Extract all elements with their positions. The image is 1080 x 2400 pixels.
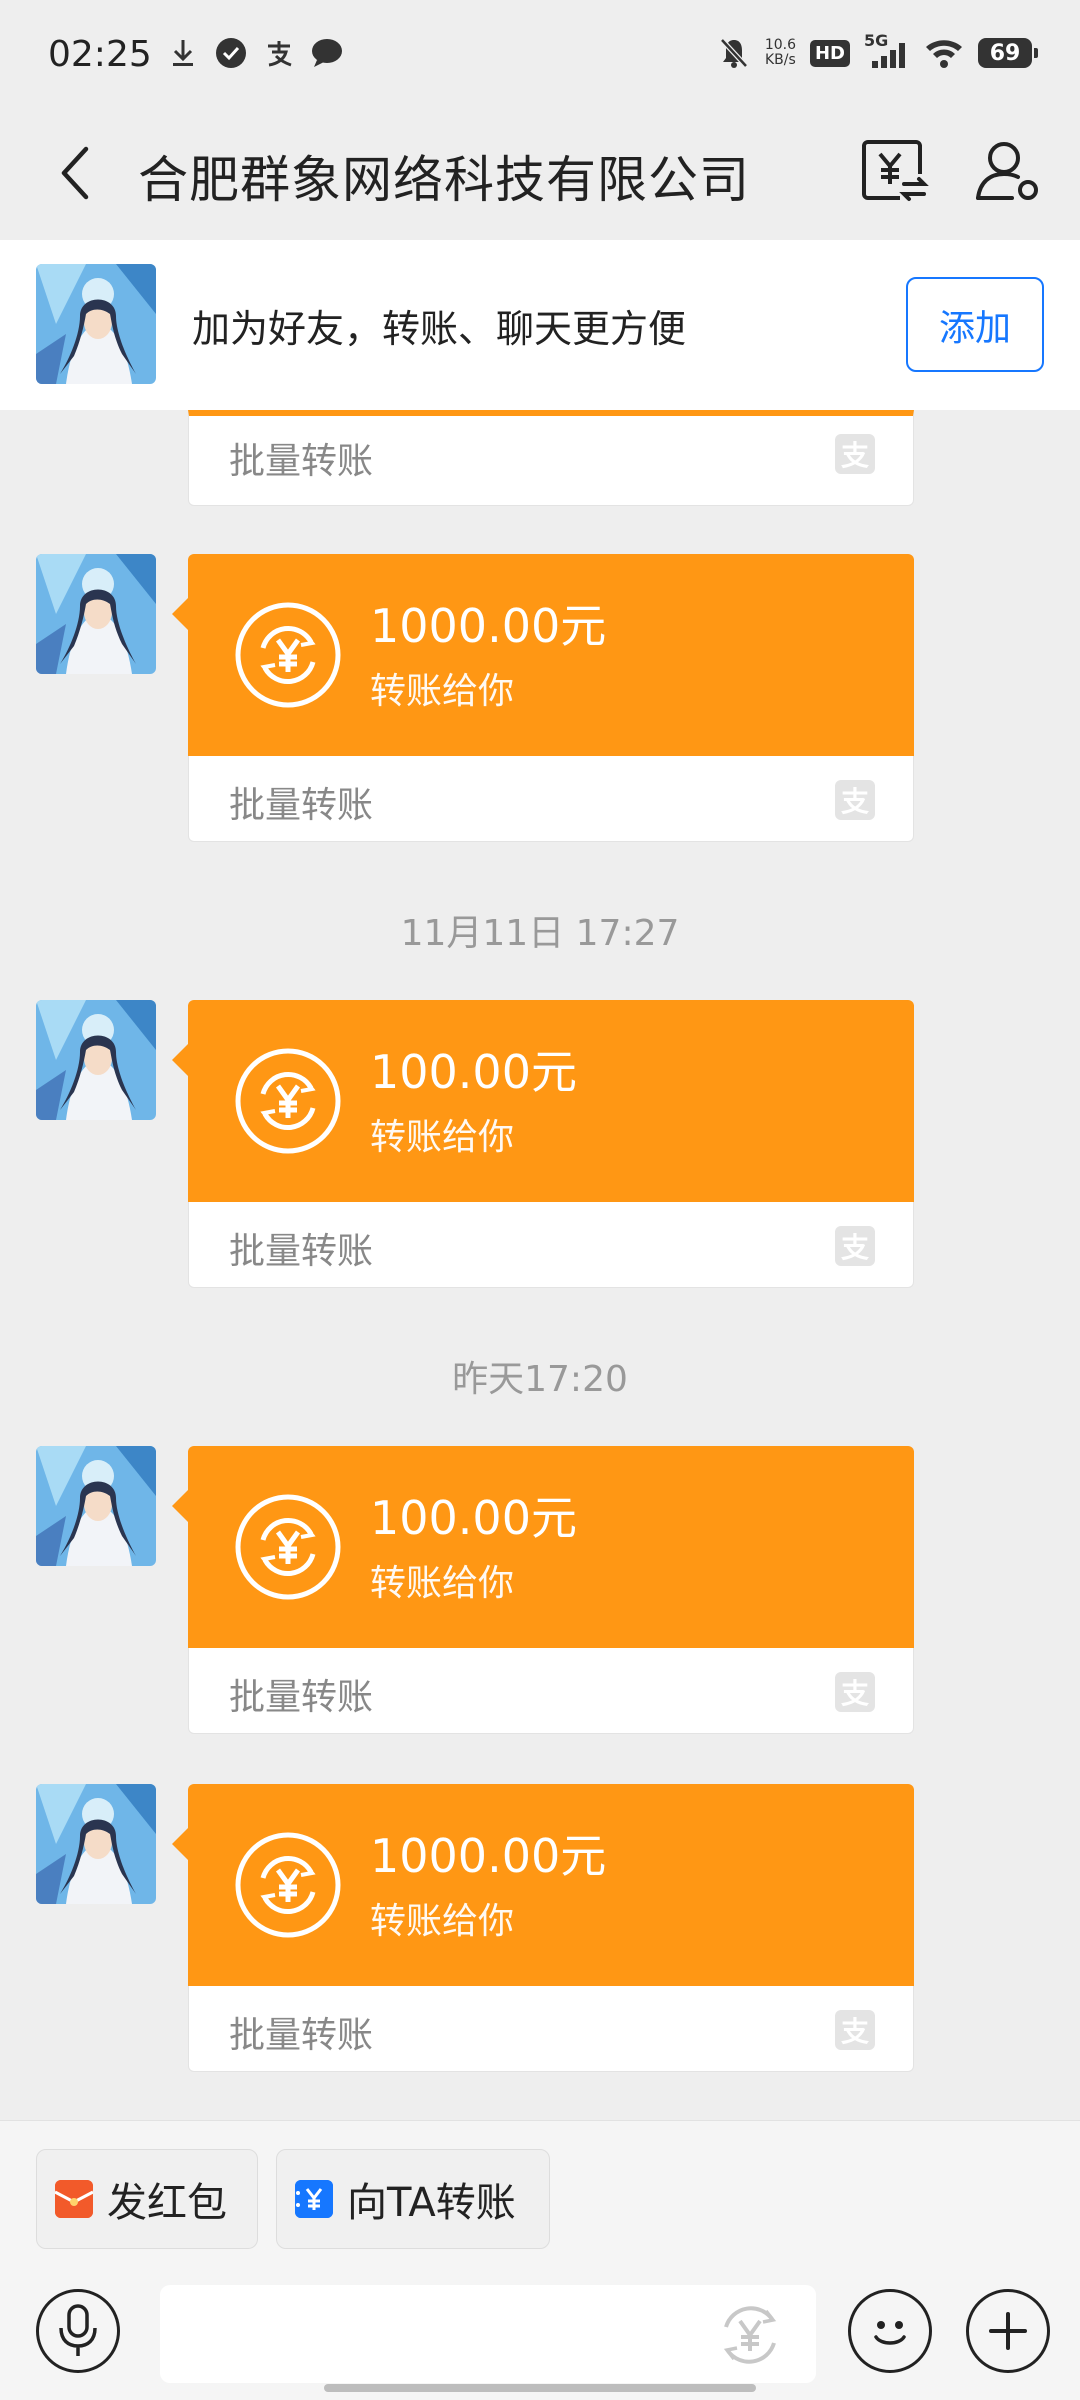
yuan-coin-icon [235,1494,341,1600]
transfer-card-icon [295,2180,333,2218]
transfer-card-footer[interactable]: 批量转账 支 [188,410,914,506]
transfer-icon [862,140,929,204]
transfer-card-body: 100.00元 转账给你 [172,1446,914,1648]
transfer-amount: 100.00元 [370,1045,577,1099]
microphone-icon [59,2304,97,2356]
check-circle-icon [214,36,248,70]
mute-bell-icon [717,36,751,70]
transfer-amount: 1000.00元 [370,599,607,653]
sender-avatar[interactable] [36,1784,156,1904]
alipay-mark-icon: 支 [835,434,875,474]
home-indicator[interactable] [324,2384,756,2392]
yuan-coin-icon [235,1048,341,1154]
chat-bubble-icon [310,36,344,70]
red-packet-label: 发红包 [107,2180,227,2226]
transfer-card-body: 1000.00元 转账给你 [172,554,914,756]
send-red-packet-button[interactable]: 发红包 [36,2149,258,2249]
alipay-mark-icon: 支 [835,780,875,820]
transfer-to-ta-button[interactable]: 向TA转账 [276,2149,550,2249]
transfer-card-body: 100.00元 转账给你 [172,1000,914,1202]
emoji-button[interactable] [848,2289,932,2373]
transfer-card[interactable]: 100.00元 转账给你 批量转账 支 [172,1446,914,1734]
batch-transfer-label: 批量转账 [229,441,374,482]
timestamp-separator: 昨天17:20 [452,1359,628,1400]
alipay-mark-icon: 支 [835,1672,875,1712]
transfer-card[interactable]: 1000.00元 转账给你 批量转账 支 [172,554,914,842]
back-button[interactable] [44,138,104,208]
status-bar: 02:25 10.6 KB/s HD 5G 69 [0,0,1080,118]
transfer-card-footer: 批量转账 支 [188,1986,914,2072]
add-friend-banner: 加为好友，转账、聊天更方便 添加 [0,240,1080,410]
add-friend-text: 加为好友，转账、聊天更方便 [192,307,687,351]
transfer-card-footer: 批量转账 支 [188,756,914,842]
transfer-button[interactable] [858,134,930,206]
wifi-icon [924,36,964,70]
more-options-button[interactable] [966,2289,1050,2373]
timestamp-separator: 11月11日 17:27 [400,913,680,954]
net-speed: 10.6 KB/s [765,38,796,68]
signal-icon: 5G [864,31,910,69]
transfer-amount: 100.00元 [370,1491,577,1545]
sender-avatar[interactable] [36,554,156,674]
transfer-card-footer: 批量转账 支 [188,1202,914,1288]
transfer-subtitle: 转账给你 [370,671,515,712]
input-transfer-button[interactable] [712,2297,788,2373]
profile-settings-icon [976,142,1038,200]
alipay-mark-icon: 支 [835,1226,875,1266]
page-title: 合肥群象网络科技有限公司 [138,151,750,209]
alipay-icon [262,36,296,70]
transfer-card-footer: 批量转账 支 [188,1648,914,1734]
sender-avatar[interactable] [36,1446,156,1566]
chat-message-list[interactable]: 批量转账 支 1000.00元 转账给你 批量转账 支 11月11日 17:27 [0,410,1080,2120]
profile-settings-button[interactable] [972,134,1044,206]
message-input-row [0,2283,1080,2393]
transfer-subtitle: 转账给你 [370,1117,515,1158]
yuan-coin-icon [235,602,341,708]
yuan-coin-icon [235,1832,341,1938]
status-notification-icons [166,36,344,70]
nav-bar: 合肥群象网络科技有限公司 [0,118,1080,240]
status-system-icons: 10.6 KB/s HD 5G 69 [717,31,1038,70]
alipay-mark-icon: 支 [835,2010,875,2050]
transfer-subtitle: 转账给你 [370,1901,515,1942]
transfer-card[interactable]: 1000.00元 转账给你 批量转账 支 [172,1784,914,2072]
transfer-subtitle: 转账给你 [370,1563,515,1604]
net-speed-value: 10.6 [764,37,796,53]
batch-transfer-label: 批量转账 [229,785,374,826]
transfer-card[interactable]: 100.00元 转账给你 批量转账 支 [172,1000,914,1288]
transfer-card-body: 1000.00元 转账给你 [172,1784,914,1986]
hd-badge: HD [809,39,850,67]
sender-avatar[interactable] [36,1000,156,1120]
yuan-transfer-icon [723,2306,777,2364]
voice-button[interactable] [36,2289,120,2373]
batch-transfer-label: 批量转账 [229,1231,374,1272]
status-time: 02:25 [48,34,152,75]
back-arrow-icon [61,146,89,200]
battery-icon: 69 [978,38,1038,68]
emoji-icon [874,2321,906,2345]
red-packet-icon [55,2180,93,2218]
download-icon [166,36,200,70]
transfer-to-ta-label: 向TA转账 [347,2180,516,2226]
bottom-input-panel: 发红包 向TA转账 [0,2120,1080,2400]
add-friend-button[interactable]: 添加 [906,277,1044,372]
plus-icon [989,2312,1027,2350]
avatar[interactable] [36,264,156,384]
batch-transfer-label: 批量转账 [229,1677,374,1718]
transfer-amount: 1000.00元 [370,1829,607,1883]
net-speed-unit: KB/s [765,52,796,68]
batch-transfer-label: 批量转账 [229,2015,374,2056]
